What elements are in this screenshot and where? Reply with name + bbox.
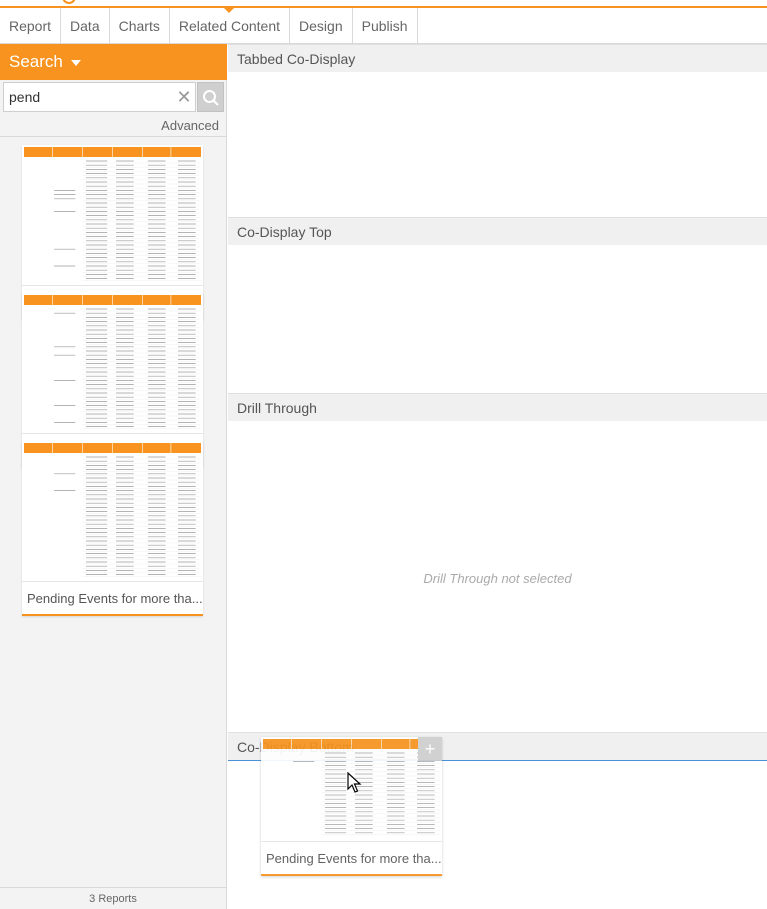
drill-through-empty-message: Drill Through not selected	[228, 571, 767, 586]
divider	[0, 136, 226, 137]
tab-data[interactable]: Data	[61, 8, 110, 44]
search-button[interactable]	[197, 82, 224, 112]
move-cursor-icon	[347, 772, 363, 794]
section-header-co-display-top[interactable]: Co-Display Top	[228, 217, 767, 245]
logo-fragment	[62, 0, 76, 4]
drop-zone-drill-through[interactable]: Drill Through not selected	[228, 421, 767, 732]
magnifier-icon	[202, 89, 220, 107]
tab-design[interactable]: Design	[290, 8, 353, 44]
tab-publish[interactable]: Publish	[353, 8, 418, 44]
advanced-search-link[interactable]: Advanced	[161, 118, 219, 133]
dragged-report-card[interactable]: + Pending Events for more tha...	[261, 737, 442, 876]
tab-report[interactable]: Report	[0, 8, 61, 44]
section-header-tabbed-co-display[interactable]: Tabbed Co-Display	[228, 44, 767, 72]
drop-zone-tabbed-co-display[interactable]	[228, 72, 767, 217]
report-card[interactable]: Pending Events for more tha...	[22, 441, 203, 616]
tab-charts[interactable]: Charts	[110, 8, 170, 44]
top-accent-bar	[0, 0, 767, 8]
report-thumbnail	[22, 441, 203, 581]
chevron-down-icon	[71, 60, 81, 66]
search-input[interactable]	[3, 82, 196, 112]
plus-icon: +	[418, 737, 442, 761]
search-sidebar: Search ✕ Advanced Draft Report Draft Rep…	[0, 44, 227, 909]
drop-zone-co-display-top[interactable]	[228, 245, 767, 393]
report-card-title: Pending Events for more tha...	[22, 581, 203, 614]
search-header-label: Search	[9, 52, 63, 71]
main-tabbar: Report Data Charts Related Content Desig…	[0, 8, 767, 44]
close-icon[interactable]: ✕	[175, 87, 193, 107]
report-thumbnail	[22, 293, 203, 433]
tab-related-content[interactable]: Related Content	[170, 8, 290, 44]
report-count: 3 Reports	[0, 887, 226, 909]
search-row: ✕	[3, 82, 223, 112]
report-thumbnail	[22, 145, 203, 285]
report-card-title: Pending Events for more tha...	[261, 841, 442, 874]
section-header-drill-through[interactable]: Drill Through	[228, 393, 767, 421]
search-header-dropdown[interactable]: Search	[0, 44, 227, 80]
